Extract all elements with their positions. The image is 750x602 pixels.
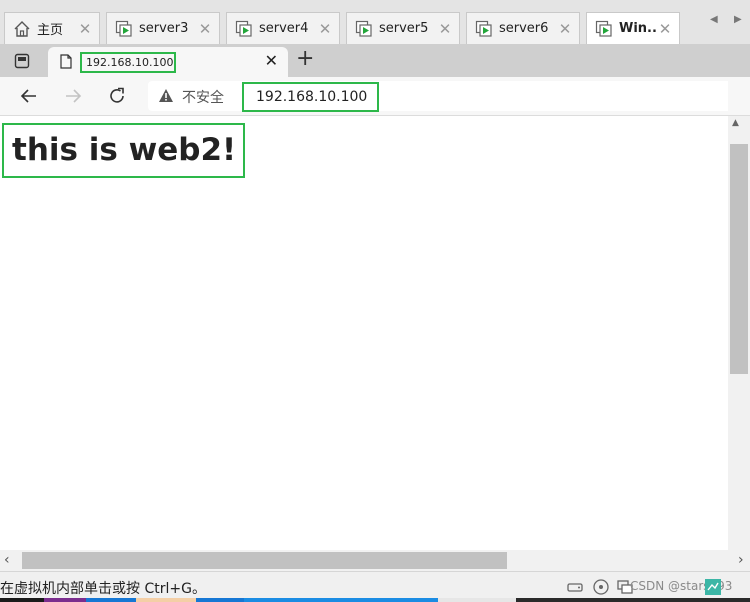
arrow-right-icon (66, 89, 82, 103)
vm-tab-win[interactable]: Win... ✕ (586, 12, 680, 44)
host-taskbar-strip (0, 598, 750, 602)
vm-tab-label: 主页 (37, 23, 64, 38)
vm-tab-label: server6 (499, 21, 549, 36)
vm-tab-home[interactable]: 主页 ✕ (4, 12, 100, 44)
browser-tab-strip: 192.168.10.100 ✕ + (0, 44, 750, 77)
close-icon[interactable]: ✕ (557, 20, 573, 38)
vm-display-icon[interactable] (704, 578, 722, 596)
close-icon[interactable]: ✕ (657, 20, 673, 38)
new-tab-icon[interactable]: + (296, 46, 314, 71)
vm-tab-label: server4 (259, 21, 309, 36)
arrow-left-icon (20, 89, 36, 103)
vm-tab-server3[interactable]: server3 ✕ (106, 12, 220, 44)
vm-icon (355, 20, 372, 37)
close-tab-icon[interactable]: ✕ (265, 51, 278, 70)
close-icon[interactable]: ✕ (317, 20, 333, 38)
hard-disk-icon[interactable] (566, 578, 584, 596)
cd-drive-icon[interactable] (592, 578, 610, 596)
tab-scroll-right-icon[interactable]: ▶ (734, 14, 742, 25)
status-hint: 在虚拟机内部单击或按 Ctrl+G。 (0, 581, 206, 597)
horizontal-scrollbar[interactable]: ‹ › (0, 550, 750, 571)
vm-icon (475, 20, 492, 37)
scroll-right-icon[interactable]: › (738, 552, 744, 568)
reload-icon (110, 87, 124, 103)
tab-actions-icon[interactable] (14, 53, 30, 69)
address-bar[interactable]: 不安全 192.168.10.100 (148, 81, 728, 112)
horizontal-scroll-thumb[interactable] (22, 552, 507, 569)
page-icon (60, 54, 72, 69)
page-heading: this is web2! (12, 132, 237, 168)
vertical-scroll-thumb[interactable] (730, 144, 748, 374)
reload-button[interactable] (104, 83, 130, 109)
home-icon (14, 20, 30, 37)
forward-button[interactable] (60, 83, 86, 109)
scroll-up-icon[interactable]: ▲ (732, 118, 739, 128)
vm-tab-server6[interactable]: server6 ✕ (466, 12, 580, 44)
vm-tab-server4[interactable]: server4 ✕ (226, 12, 340, 44)
vm-tab-server5[interactable]: server5 ✕ (346, 12, 460, 44)
close-icon[interactable]: ✕ (197, 20, 213, 38)
browser-toolbar: 不安全 192.168.10.100 (0, 77, 750, 116)
page-viewport: this is web2! (0, 116, 750, 550)
browser-tab[interactable]: 192.168.10.100 ✕ (48, 47, 288, 77)
heading-highlight: this is web2! (2, 123, 245, 178)
vm-tab-label: Win... (619, 21, 657, 36)
vm-icon (115, 20, 132, 37)
vertical-scrollbar[interactable]: ▲ (728, 116, 750, 550)
tab-scroll-left-icon[interactable]: ◀ (710, 14, 718, 25)
vm-tab-strip: 主页 ✕ server3 ✕ server4 ✕ server5 ✕ serve… (0, 0, 750, 44)
vm-tab-label: server3 (139, 21, 189, 36)
warning-icon (159, 89, 173, 102)
not-secure-label: 不安全 (182, 90, 224, 106)
close-icon[interactable]: ✕ (77, 20, 93, 38)
close-icon[interactable]: ✕ (437, 20, 453, 38)
vm-icon (235, 20, 252, 37)
tab-title: 192.168.10.100 (80, 52, 176, 73)
scroll-left-icon[interactable]: ‹ (4, 552, 10, 568)
vm-tab-label: server5 (379, 21, 429, 36)
back-button[interactable] (16, 83, 42, 109)
url-text[interactable]: 192.168.10.100 (242, 82, 379, 112)
vm-icon (595, 20, 612, 37)
